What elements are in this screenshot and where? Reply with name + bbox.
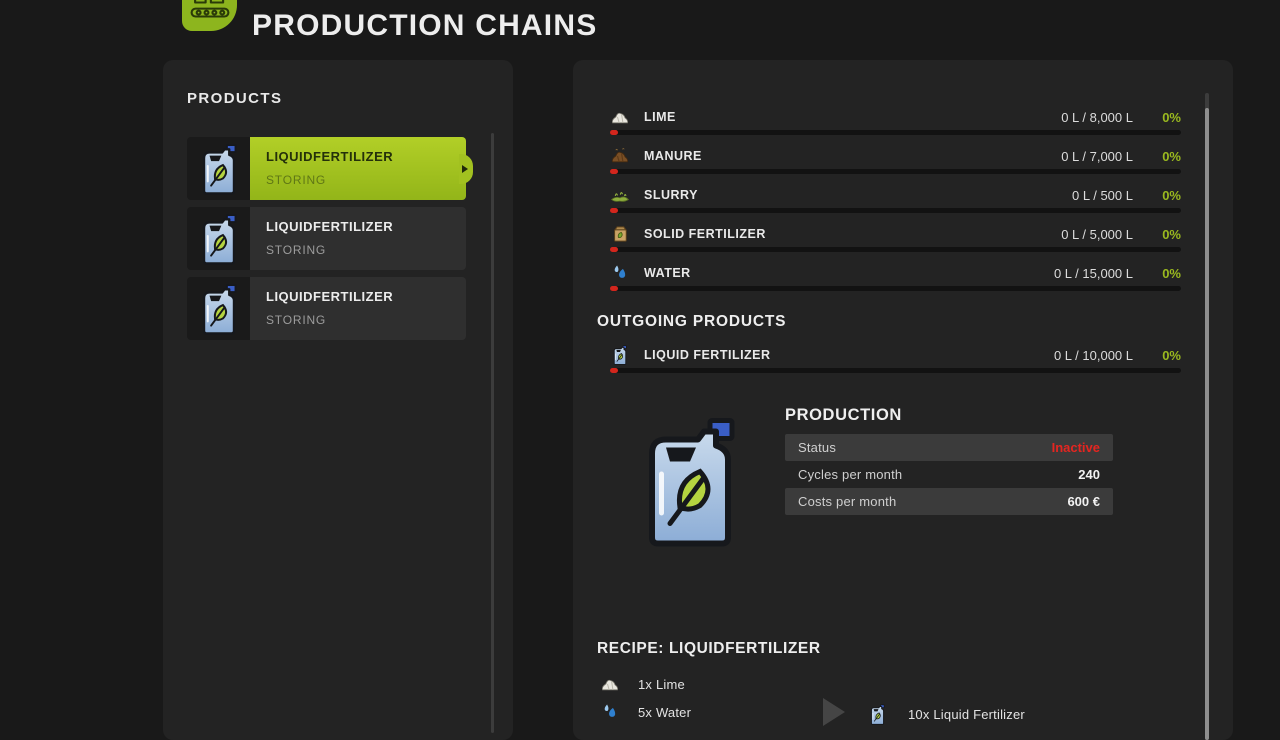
product-level-row: LIQUID FERTILIZER 0 L / 10,000 L 0% <box>610 343 1181 373</box>
product-amount: 0 L / 10,000 L <box>1054 348 1133 363</box>
product-item-body: LIQUIDFERTILIZER STORING <box>250 277 466 340</box>
production-row-label: Status <box>798 440 836 455</box>
recipe-item-quantity: 1x Lime <box>638 677 685 692</box>
product-level-row: WATER 0 L / 15,000 L 0% <box>610 261 1181 291</box>
product-level-row: SLURRY 0 L / 500 L 0% <box>610 183 1181 213</box>
product-level-row: MANURE 0 L / 7,000 L 0% <box>610 144 1181 174</box>
details-scrollbar-track[interactable] <box>1205 93 1209 740</box>
product-amount: 0 L / 500 L <box>1072 188 1133 203</box>
product-item-name: LIQUIDFERTILIZER <box>266 219 466 234</box>
product-item-name: LIQUIDFERTILIZER <box>266 289 466 304</box>
incoming-products-list: LIME 0 L / 8,000 L 0% MANURE 0 L / 7,000… <box>610 105 1181 300</box>
fill-level-bar-value <box>610 169 618 174</box>
products-panel: PRODUCTS LIQUIDFERTILIZER STORING LIQUID… <box>163 60 513 740</box>
water-icon <box>610 263 630 283</box>
product-list-item[interactable]: LIQUIDFERTILIZER STORING <box>187 277 466 340</box>
fill-level-bar <box>610 368 1181 373</box>
recipe-item-quantity: 10x Liquid Fertilizer <box>908 707 1025 722</box>
fill-level-bar-value <box>610 247 618 252</box>
production-row-value: 240 <box>1078 467 1100 482</box>
manure-icon <box>610 146 630 166</box>
product-amount: 0 L / 7,000 L <box>1061 149 1133 164</box>
liquid-fertilizer-icon <box>199 213 239 265</box>
product-item-body: LIQUIDFERTILIZER STORING <box>250 207 466 270</box>
liquid-fertilizer-icon <box>199 143 239 195</box>
product-item-icon-tile <box>187 207 250 270</box>
fill-level-bar-value <box>610 208 618 213</box>
product-percent: 0% <box>1133 149 1181 164</box>
recipe-inputs-list: 1x Lime 5x Water <box>597 670 691 726</box>
recipe-title: RECIPE: LIQUIDFERTILIZER <box>597 640 821 658</box>
production-row-label: Cycles per month <box>798 467 902 482</box>
product-item-status: STORING <box>266 243 466 257</box>
product-item-name: LIQUIDFERTILIZER <box>266 149 466 164</box>
production-table-row: Status Inactive <box>785 434 1113 461</box>
production-chains-icon <box>182 0 237 31</box>
product-name: SOLID FERTILIZER <box>644 227 766 241</box>
fill-level-bar-value <box>610 286 618 291</box>
liquid-fertilizer-icon <box>199 283 239 335</box>
recipe-item: 10x Liquid Fertilizer <box>869 700 1025 728</box>
outgoing-products-list: LIQUID FERTILIZER 0 L / 10,000 L 0% <box>610 343 1181 382</box>
product-percent: 0% <box>1133 348 1181 363</box>
recipe-item: 1x Lime <box>597 670 691 698</box>
production-table-row: Costs per month 600 € <box>785 488 1113 515</box>
fill-level-bar <box>610 169 1181 174</box>
fill-level-bar <box>610 208 1181 213</box>
production-section-title: PRODUCTION <box>785 406 902 425</box>
production-row-value: Inactive <box>1052 440 1100 455</box>
liquid-fertilizer-icon <box>610 345 630 365</box>
details-scrollbar-thumb[interactable] <box>1205 108 1209 740</box>
product-amount: 0 L / 5,000 L <box>1061 227 1133 242</box>
product-name: LIQUID FERTILIZER <box>644 348 771 362</box>
liquid-fertilizer-icon <box>869 704 886 725</box>
product-percent: 0% <box>1133 227 1181 242</box>
product-item-status: STORING <box>266 313 466 327</box>
production-row-value: 600 € <box>1067 494 1100 509</box>
recipe-item: 5x Water <box>597 698 691 726</box>
fill-level-bar <box>610 286 1181 291</box>
lime-icon <box>610 107 630 127</box>
product-item-icon-tile <box>187 277 250 340</box>
conveyor-boxes-icon <box>189 0 231 26</box>
product-amount: 0 L / 8,000 L <box>1061 110 1133 125</box>
product-name: WATER <box>644 266 691 280</box>
recipe-arrow-icon <box>823 698 845 726</box>
solid-fertilizer-icon <box>610 224 630 244</box>
production-table-row: Cycles per month 240 <box>785 461 1113 488</box>
liquid-fertilizer-product-image <box>640 415 740 548</box>
product-item-status: STORING <box>266 173 466 187</box>
products-panel-title: PRODUCTS <box>187 90 282 107</box>
production-details-panel: LIME 0 L / 8,000 L 0% MANURE 0 L / 7,000… <box>573 60 1233 740</box>
product-amount: 0 L / 15,000 L <box>1054 266 1133 281</box>
product-percent: 0% <box>1133 110 1181 125</box>
product-item-body: LIQUIDFERTILIZER STORING <box>250 137 466 200</box>
page-title: PRODUCTION CHAINS <box>252 9 597 43</box>
product-level-row: SOLID FERTILIZER 0 L / 5,000 L 0% <box>610 222 1181 252</box>
products-list: LIQUIDFERTILIZER STORING LIQUIDFERTILIZE… <box>187 137 466 347</box>
product-percent: 0% <box>1133 266 1181 281</box>
product-list-item[interactable]: LIQUIDFERTILIZER STORING <box>187 137 466 200</box>
fill-level-bar <box>610 247 1181 252</box>
lime-icon <box>600 674 620 694</box>
fill-level-bar <box>610 130 1181 135</box>
product-name: MANURE <box>644 149 702 163</box>
product-item-icon-tile <box>187 137 250 200</box>
product-name: LIME <box>644 110 676 124</box>
slurry-icon <box>610 185 630 205</box>
production-info-table: Status Inactive Cycles per month 240 Cos… <box>785 434 1113 515</box>
products-scrollbar[interactable] <box>491 133 494 733</box>
outgoing-products-title: OUTGOING PRODUCTS <box>597 313 786 331</box>
product-percent: 0% <box>1133 188 1181 203</box>
product-list-item[interactable]: LIQUIDFERTILIZER STORING <box>187 207 466 270</box>
product-level-row: LIME 0 L / 8,000 L 0% <box>610 105 1181 135</box>
recipe-item-quantity: 5x Water <box>638 705 691 720</box>
product-name: SLURRY <box>644 188 698 202</box>
water-icon <box>600 702 620 722</box>
fill-level-bar-value <box>610 368 618 373</box>
recipe-outputs-list: 10x Liquid Fertilizer <box>869 700 1025 728</box>
fill-level-bar-value <box>610 130 618 135</box>
production-row-label: Costs per month <box>798 494 896 509</box>
selected-item-arrow-icon <box>462 165 468 173</box>
